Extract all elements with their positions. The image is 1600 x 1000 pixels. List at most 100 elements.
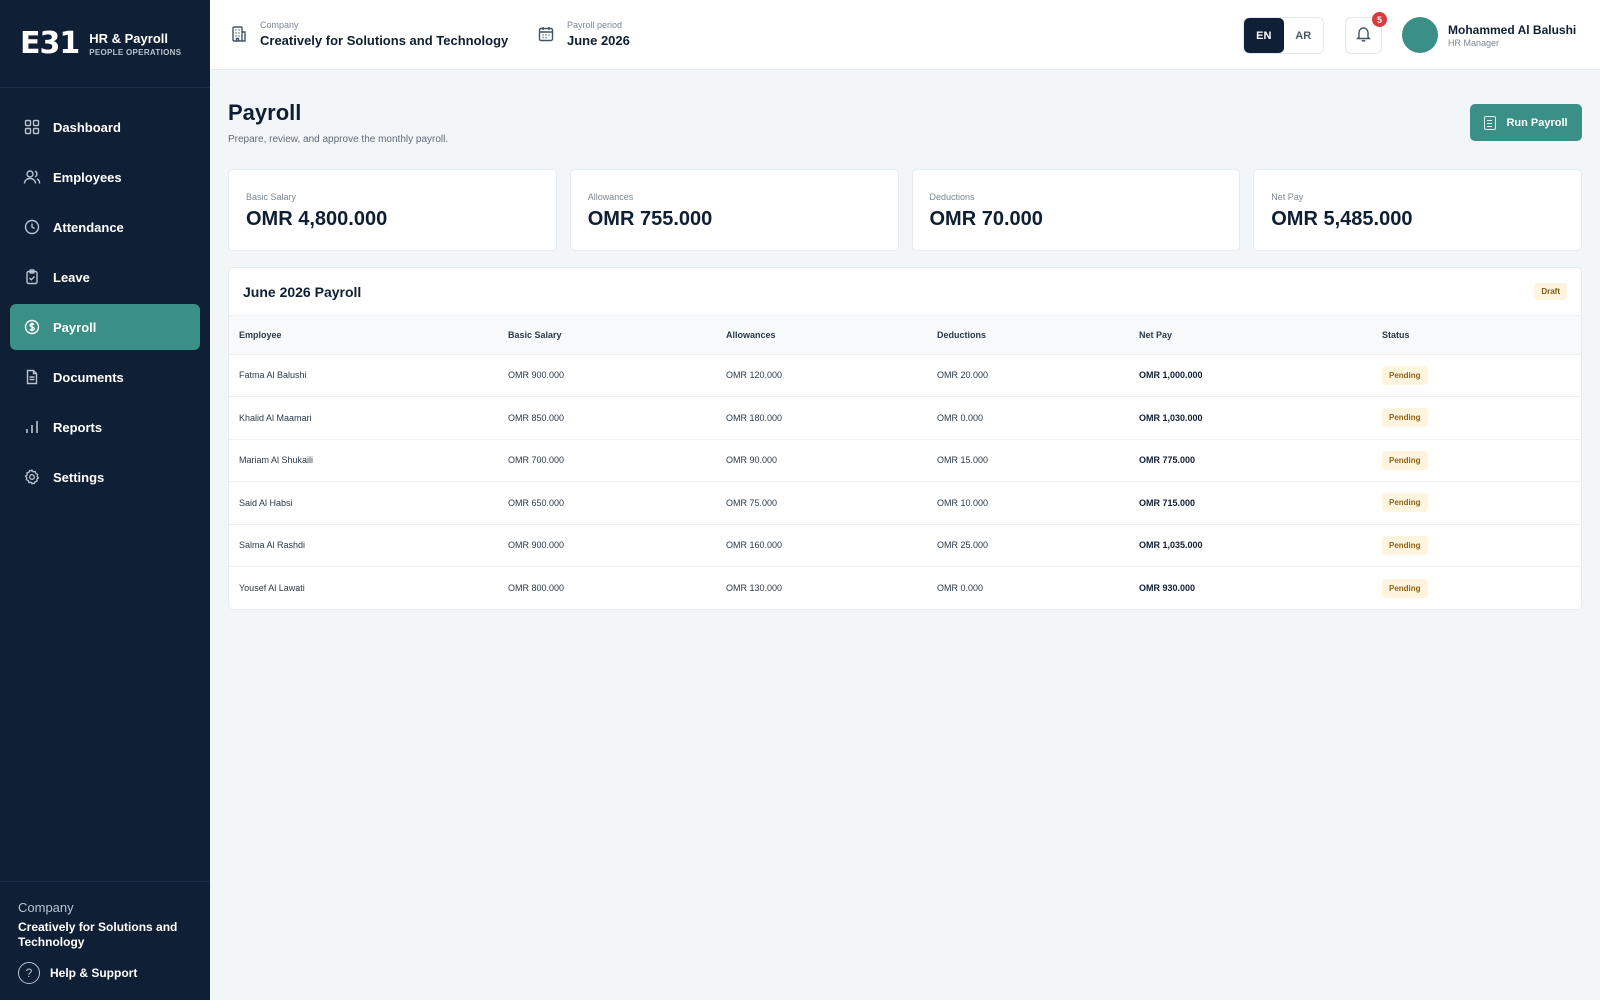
summary-card-value: OMR 755.000: [587, 208, 713, 230]
column-header-deductions[interactable]: Deductions: [927, 316, 1129, 355]
lang-en-button[interactable]: EN: [1244, 18, 1284, 53]
document-icon: [23, 368, 41, 386]
status-badge: Pending: [1382, 535, 1428, 555]
sidebar-item-leave[interactable]: Leave: [10, 254, 200, 300]
status-cell: Pending: [1372, 439, 1581, 482]
status-cell: Pending: [1372, 354, 1581, 397]
sidebar-item-payroll[interactable]: Payroll: [10, 304, 200, 350]
brand-name: HR & Payroll: [89, 30, 168, 46]
help-support-link[interactable]: ? Help & Support: [18, 962, 192, 984]
net-pay-cell: OMR 1,000.000: [1129, 354, 1372, 397]
notification-count-badge: 5: [1372, 12, 1387, 27]
employee-cell: Khalid Al Maamari: [229, 396, 498, 440]
column-header-employee[interactable]: Employee: [229, 316, 498, 355]
payroll-period-value: June 2026: [567, 33, 630, 48]
employee-cell: Said Al Habsi: [229, 481, 498, 525]
company-selector[interactable]: Company Creatively for Solutions and Tec…: [228, 20, 508, 48]
summary-card-label: Basic Salary: [246, 192, 297, 202]
sidebar-nav: Dashboard Employees Attendance Leave Pay…: [0, 104, 210, 500]
help-label: Help & Support: [50, 966, 138, 980]
net-pay-cell: OMR 715.000: [1129, 481, 1372, 525]
net-pay-cell: OMR 775.000: [1129, 439, 1372, 482]
employee-cell: Fatma Al Balushi: [229, 354, 498, 397]
status-cell: Pending: [1372, 524, 1581, 567]
sidebar-item-settings[interactable]: Settings: [10, 454, 200, 500]
column-header-basic-salary[interactable]: Basic Salary: [498, 316, 716, 355]
company-label: Company: [260, 20, 299, 30]
status-badge: Pending: [1382, 450, 1428, 470]
sidebar-footer: Company Creatively for Solutions and Tec…: [0, 881, 210, 1000]
sidebar-company-name: Creatively for Solutions and Technology: [18, 920, 178, 949]
column-header-status[interactable]: Status: [1372, 316, 1581, 355]
sidebar-item-label: Reports: [53, 419, 103, 435]
calendar-icon: [535, 23, 557, 45]
deductions-cell: OMR 20.000: [927, 354, 1129, 397]
sidebar-company-label: Company: [18, 900, 74, 915]
employee-cell: Salma Al Rashdi: [229, 524, 498, 567]
status-badge: Pending: [1382, 365, 1428, 385]
table-row[interactable]: Salma Al Rashdi OMR 900.000 OMR 160.000 …: [229, 524, 1581, 567]
summary-cards: Basic Salary OMR 4,800.000 Allowances OM…: [228, 169, 1582, 251]
user-menu[interactable]: Mohammed Al Balushi HR Manager: [1402, 17, 1576, 53]
allowances-cell: OMR 130.000: [726, 583, 783, 593]
sidebar-item-attendance[interactable]: Attendance: [10, 204, 200, 250]
notifications-button[interactable]: 5: [1345, 12, 1387, 54]
column-header-net-pay[interactable]: Net Pay: [1129, 316, 1372, 355]
sidebar-item-employees[interactable]: Employees: [10, 154, 200, 200]
summary-card-deductions: Deductions OMR 70.000: [911, 169, 1241, 251]
brand-subtitle: PEOPLE OPERATIONS: [89, 47, 182, 57]
dollar-icon: [23, 318, 41, 336]
bell-icon: [1355, 25, 1372, 47]
payroll-table-title: June 2026 Payroll: [243, 283, 362, 300]
table-row[interactable]: Said Al Habsi OMR 650.000 OMR 75.000 OMR…: [229, 481, 1581, 525]
building-icon: [228, 23, 250, 45]
table-row[interactable]: Fatma Al Balushi OMR 900.000 OMR 120.000…: [229, 354, 1581, 397]
page-subtitle: Prepare, review, and approve the monthly…: [228, 134, 449, 145]
payroll-period-label: Payroll period: [567, 20, 623, 30]
sidebar-item-label: Documents: [53, 369, 124, 385]
basic-salary-cell: OMR 850.000: [498, 396, 716, 440]
company-name: Creatively for Solutions and Technology: [260, 33, 509, 48]
allowances-cell: OMR 180.000: [716, 396, 927, 440]
dashboard-icon: [23, 118, 41, 136]
status-badge: Pending: [1382, 493, 1428, 513]
status-cell: Pending: [1372, 481, 1581, 525]
column-header-allowances[interactable]: Allowances: [716, 316, 927, 355]
payroll-table-card: June 2026 Payroll Draft Employee Basic S…: [228, 267, 1582, 610]
run-payroll-button[interactable]: Run Payroll: [1470, 104, 1582, 141]
table-row[interactable]: Mariam Al Shukaili OMR 700.000 OMR 90.00…: [229, 439, 1581, 482]
topbar: Company Creatively for Solutions and Tec…: [210, 0, 1600, 70]
user-role: HR Manager: [1448, 37, 1500, 48]
employee-cell: Yousef Al Lawati: [239, 583, 305, 593]
sidebar-item-label: Employees: [53, 169, 122, 185]
table-header-row: Employee Basic Salary Allowances Deducti…: [229, 316, 1581, 355]
summary-card-label: Deductions: [929, 192, 975, 202]
sidebar-item-dashboard[interactable]: Dashboard: [10, 104, 200, 150]
basic-salary-cell: OMR 700.000: [498, 439, 716, 482]
brand-logo: E31: [20, 26, 80, 61]
payroll-table-header: June 2026 Payroll Draft: [229, 268, 1581, 316]
gear-icon: [23, 468, 41, 486]
table-row[interactable]: Yousef Al Lawati OMR 800.000 OMR 130.000…: [229, 567, 1581, 610]
basic-salary-cell: OMR 650.000: [498, 481, 716, 525]
avatar: [1402, 17, 1438, 53]
payroll-table: Employee Basic Salary Allowances Deducti…: [229, 316, 1581, 609]
sidebar-item-label: Attendance: [53, 219, 124, 235]
net-pay-cell: OMR 1,035.000: [1129, 524, 1372, 567]
summary-card-value: OMR 4,800.000: [246, 208, 388, 230]
payroll-period-selector[interactable]: Payroll period June 2026: [535, 20, 630, 48]
lang-ar-button[interactable]: AR: [1284, 18, 1324, 53]
allowances-cell: OMR 120.000: [716, 354, 927, 397]
page-title: Payroll: [228, 100, 302, 125]
summary-card-value: OMR 70.000: [929, 208, 1043, 230]
deductions-cell: OMR 15.000: [927, 439, 1129, 482]
bar-chart-icon: [23, 418, 41, 436]
employee-cell: Mariam Al Shukaili: [229, 439, 498, 482]
sidebar-item-reports[interactable]: Reports: [10, 404, 200, 450]
sidebar-item-documents[interactable]: Documents: [10, 354, 200, 400]
summary-card-allowances: Allowances OMR 755.000: [569, 169, 899, 251]
summary-card-basic-salary: Basic Salary OMR 4,800.000: [228, 169, 557, 251]
sidebar-item-label: Settings: [53, 469, 105, 485]
table-row[interactable]: Khalid Al Maamari OMR 850.000 OMR 180.00…: [229, 396, 1581, 440]
sidebar: E31 HR & Payroll PEOPLE OPERATIONS Dashb…: [0, 0, 210, 1000]
